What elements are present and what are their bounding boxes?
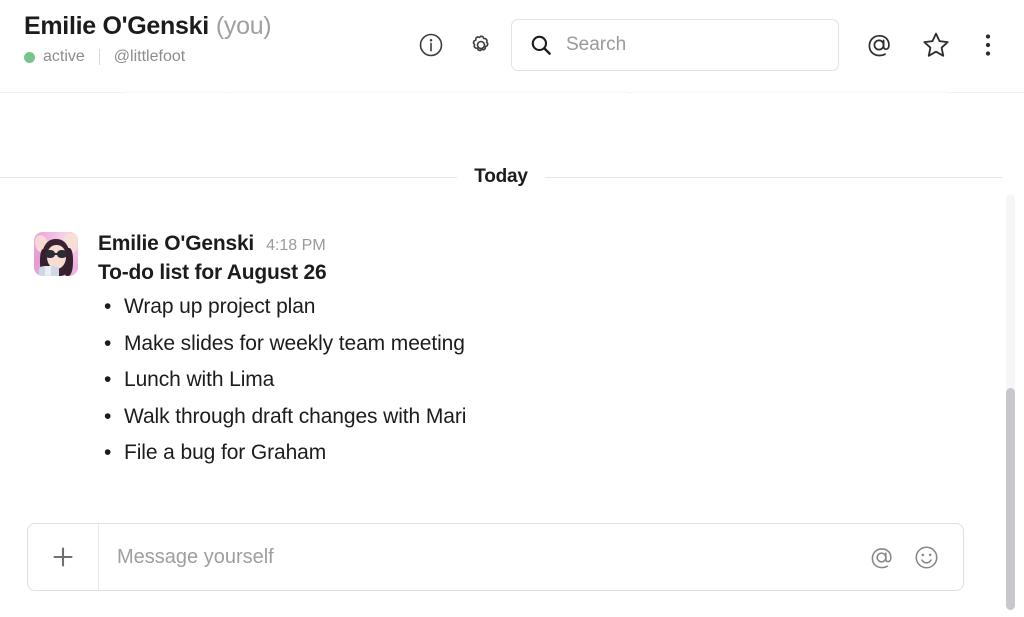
page-title: Emilie O'Genski [24,12,209,40]
day-divider: Today [0,166,1003,188]
at-mention-icon[interactable] [864,30,894,60]
message-input[interactable]: Message yourself [99,524,867,590]
list-item: Lunch with Lima [98,362,964,399]
composer-actions [867,543,963,572]
header-title-row: Emilie O'Genski (you) [24,12,272,41]
gear-icon[interactable] [467,31,495,59]
search-placeholder-label: Search [566,34,627,55]
avatar-sunglasses-icon [45,250,68,258]
message-body: Emilie O'Genski 4:18 PM To-do list for A… [98,232,964,472]
add-attachment-button[interactable] [28,524,99,590]
message-header: Emilie O'Genski 4:18 PM [98,232,964,256]
active-status-dot-icon [24,51,35,63]
message-composer[interactable]: Message yourself [27,523,964,591]
list-item: Wrap up project plan [98,289,964,326]
more-vertical-icon[interactable] [976,30,1000,60]
divider-rule-right [544,176,1003,178]
list-item: File a bug for Graham [98,435,964,472]
list-item: Walk through draft changes with Mari [98,399,964,436]
you-suffix-label: (you) [215,12,272,40]
conversation-header: Emilie O'Genski (you) active @littlefoot [0,0,1024,93]
scrollbar-track[interactable] [1006,194,1015,610]
scrollbar-thumb[interactable] [1006,388,1015,610]
message-item[interactable]: Emilie O'Genski 4:18 PM To-do list for A… [34,232,964,472]
search-icon [530,34,552,56]
header-identity: Emilie O'Genski (you) active @littlefoot [24,12,272,66]
star-icon[interactable] [921,30,951,60]
slack-dm-window: Emilie O'Genski (you) active @littlefoot [0,0,1024,617]
list-item: Make slides for weekly team meeting [98,326,964,363]
message-author[interactable]: Emilie O'Genski [98,232,254,256]
todo-list: Wrap up project plan Make slides for wee… [98,289,964,472]
day-divider-label: Today [474,166,528,187]
avatar[interactable] [34,232,78,276]
header-subtitle-row: active @littlefoot [24,48,271,66]
status-label: active [43,48,85,65]
divider-rule-left [0,176,458,178]
info-circle-icon[interactable] [417,31,445,59]
message-title: To-do list for August 26 [98,261,327,284]
plus-icon [53,547,73,567]
divider [98,49,100,65]
search-input[interactable]: Search [511,19,839,71]
avatar-shirt [39,266,59,276]
message-timestamp[interactable]: 4:18 PM [266,237,326,255]
user-handle-label: @littlefoot [113,48,186,65]
emoji-smiley-icon[interactable] [912,543,941,572]
at-mention-icon[interactable] [867,543,896,572]
composer-placeholder-label: Message yourself [117,545,274,568]
